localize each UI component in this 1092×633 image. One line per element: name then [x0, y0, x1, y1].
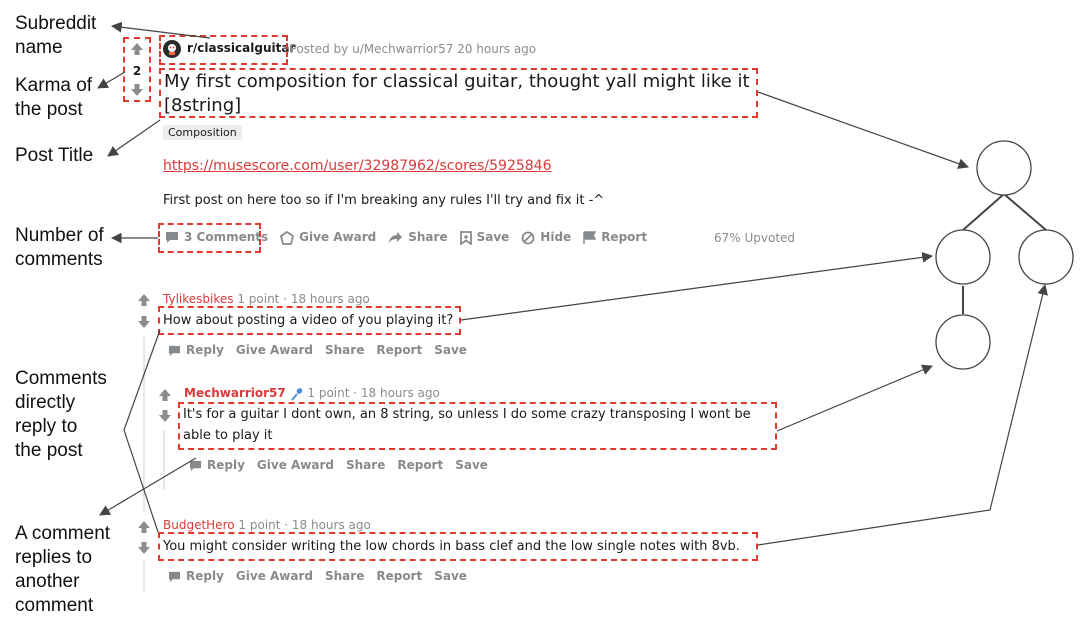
arrow-title	[107, 119, 161, 157]
bracket-direct-comments	[123, 329, 161, 533]
tree-node-comment-3	[1018, 229, 1074, 285]
arrow-karma	[97, 71, 126, 89]
tree-edge	[962, 193, 1005, 231]
arrow-comment1-to-node	[460, 251, 934, 321]
arrow-post-to-root	[757, 91, 970, 169]
tree-node-root	[976, 140, 1032, 196]
tree-node-comment-1	[935, 229, 991, 285]
arrow-comment2-to-node	[776, 364, 933, 432]
arrow-subreddit	[110, 21, 211, 39]
tree-edge	[1003, 193, 1047, 231]
arrow-comment3-to-node	[757, 283, 1048, 546]
connector-overlay	[97, 21, 1074, 546]
tree-node-comment-2	[935, 314, 991, 370]
arrow-nested-comment	[99, 457, 197, 516]
